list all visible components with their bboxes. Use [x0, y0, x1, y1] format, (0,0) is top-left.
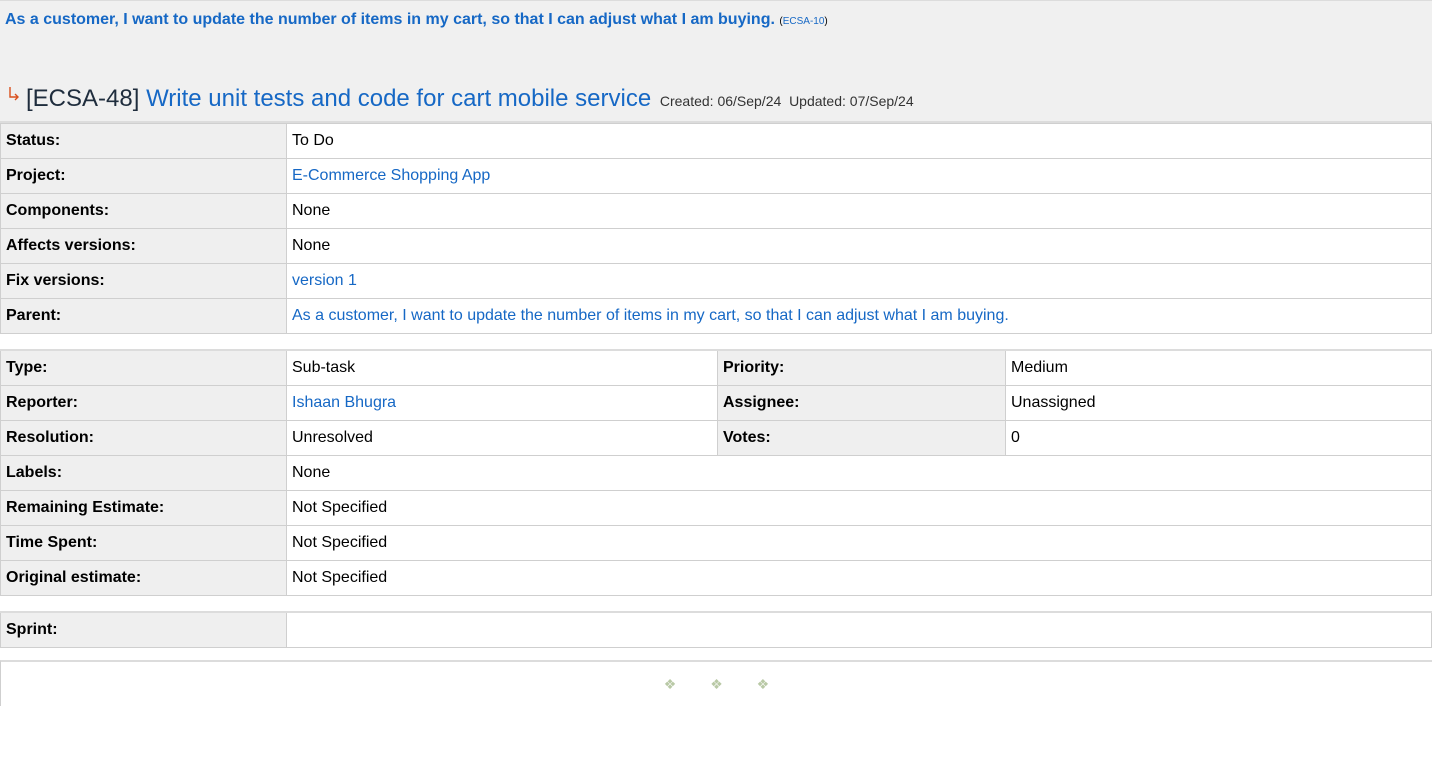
field-label: Sprint:	[0, 611, 287, 648]
updated-label: Updated:	[789, 93, 846, 109]
field-row-original-estimate: Original estimate: Not Specified	[0, 560, 1432, 596]
field-label: Priority:	[717, 349, 1006, 386]
field-row-type: Type: Sub-task Priority: Medium	[0, 349, 1432, 386]
fix-version-link[interactable]: version 1	[292, 272, 357, 289]
subtask-arrow-icon	[9, 87, 19, 101]
project-link[interactable]: E-Commerce Shopping App	[292, 167, 490, 184]
footer-section: ❖ ❖ ❖	[0, 660, 1432, 706]
field-row-resolution: Resolution: Unresolved Votes: 0	[0, 420, 1432, 456]
field-row-parent: Parent: As a customer, I want to update …	[0, 298, 1432, 334]
reporter-link[interactable]: Ishaan Bhugra	[292, 394, 396, 411]
details-table-secondary: Type: Sub-task Priority: Medium Reporter…	[0, 349, 1432, 596]
issue-header: [ECSA-48] Write unit tests and code for …	[0, 79, 1432, 123]
issue-summary-link[interactable]: Write unit tests and code for cart mobil…	[146, 85, 651, 112]
field-label: Assignee:	[717, 385, 1006, 421]
parent-key-wrapper: (ECSA-10)	[779, 16, 827, 27]
parent-link[interactable]: As a customer, I want to update the numb…	[292, 307, 1009, 324]
created-label: Created:	[659, 93, 714, 109]
diamond-ornament-icon: ❖	[756, 676, 770, 692]
field-label: Project:	[0, 158, 287, 194]
field-row-status: Status: To Do	[0, 123, 1432, 159]
field-value-original-estimate: Not Specified	[286, 560, 1432, 596]
field-label: Remaining Estimate:	[0, 490, 287, 526]
field-value-resolution: Unresolved	[286, 420, 718, 456]
diamond-ornament-icon: ❖	[663, 676, 677, 692]
issue-dates: Created: 06/Sep/24 Updated: 07/Sep/24	[660, 93, 914, 109]
field-row-time-spent: Time Spent: Not Specified	[0, 525, 1432, 561]
issue-key: [ECSA-48]	[26, 85, 140, 112]
section-divider: ❖ ❖ ❖	[1, 676, 1432, 693]
field-value-remaining-estimate: Not Specified	[286, 490, 1432, 526]
field-row-remaining-estimate: Remaining Estimate: Not Specified	[0, 490, 1432, 526]
created-date: 06/Sep/24	[717, 93, 782, 109]
issue-title: [ECSA-48] Write unit tests and code for …	[26, 85, 914, 113]
field-row-affects-versions: Affects versions: None	[0, 228, 1432, 264]
field-label: Labels:	[0, 455, 287, 491]
details-table-primary: Status: To Do Project: E-Commerce Shoppi…	[0, 123, 1432, 334]
field-value-priority: Medium	[1005, 349, 1432, 386]
field-value-votes: 0	[1005, 420, 1432, 456]
field-row-fix-versions: Fix versions: version 1	[0, 263, 1432, 299]
field-value-components: None	[286, 193, 1432, 229]
parent-summary-link[interactable]: As a customer, I want to update the numb…	[5, 11, 775, 28]
field-label: Time Spent:	[0, 525, 287, 561]
paren-close: )	[824, 16, 828, 27]
parent-issue-banner: As a customer, I want to update the numb…	[0, 0, 1432, 79]
field-row-sprint: Sprint:	[0, 611, 1432, 648]
field-label: Votes:	[717, 420, 1006, 456]
parent-issue-summary[interactable]: As a customer, I want to update the numb…	[5, 11, 828, 29]
field-row-project: Project: E-Commerce Shopping App	[0, 158, 1432, 194]
field-value-type: Sub-task	[286, 349, 718, 386]
field-label: Status:	[0, 123, 287, 159]
sprint-table: Sprint:	[0, 611, 1432, 648]
field-row-reporter: Reporter: Ishaan Bhugra Assignee: Unassi…	[0, 385, 1432, 421]
field-label: Original estimate:	[0, 560, 287, 596]
field-row-labels: Labels: None	[0, 455, 1432, 491]
parent-key-link[interactable]: ECSA-10	[783, 16, 825, 27]
field-label: Fix versions:	[0, 263, 287, 299]
field-value-status: To Do	[286, 123, 1432, 159]
field-label: Resolution:	[0, 420, 287, 456]
field-row-components: Components: None	[0, 193, 1432, 229]
field-value-assignee: Unassigned	[1005, 385, 1432, 421]
field-value-labels: None	[286, 455, 1432, 491]
field-label: Parent:	[0, 298, 287, 334]
field-label: Reporter:	[0, 385, 287, 421]
field-value-sprint	[286, 611, 1432, 648]
field-label: Affects versions:	[0, 228, 287, 264]
field-value-affects-versions: None	[286, 228, 1432, 264]
updated-date: 07/Sep/24	[849, 93, 914, 109]
diamond-ornament-icon: ❖	[710, 676, 723, 692]
field-label: Components:	[0, 193, 287, 229]
field-label: Type:	[0, 349, 287, 386]
field-value-time-spent: Not Specified	[286, 525, 1432, 561]
